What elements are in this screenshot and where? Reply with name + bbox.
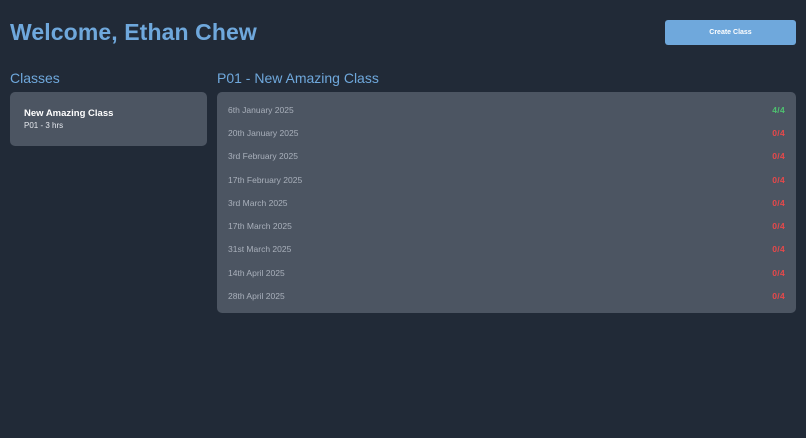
session-attendance: 0/4 [772, 291, 785, 302]
session-date: 31st March 2025 [228, 244, 292, 255]
session-attendance: 4/4 [772, 104, 785, 115]
create-class-button[interactable]: Create Class [665, 20, 796, 45]
sessions-list: 6th January 2025 4/4 20th January 2025 0… [217, 92, 796, 313]
session-date: 17th February 2025 [228, 174, 303, 185]
session-row[interactable]: 3rd February 2025 0/4 [217, 145, 796, 168]
session-attendance: 0/4 [772, 267, 785, 278]
session-date: 3rd March 2025 [228, 197, 288, 208]
session-attendance: 0/4 [772, 151, 785, 162]
session-date: 3rd February 2025 [228, 151, 298, 162]
session-row[interactable]: 3rd March 2025 0/4 [217, 191, 796, 214]
session-row[interactable]: 28th April 2025 0/4 [217, 284, 796, 307]
session-row[interactable]: 6th January 2025 4/4 [217, 98, 796, 121]
session-date: 20th January 2025 [228, 127, 299, 138]
session-date: 6th January 2025 [228, 104, 294, 115]
session-date: 17th March 2025 [228, 221, 292, 232]
session-row[interactable]: 14th April 2025 0/4 [217, 261, 796, 284]
session-attendance: 0/4 [772, 221, 785, 232]
session-date: 28th April 2025 [228, 291, 285, 302]
session-row[interactable]: 20th January 2025 0/4 [217, 121, 796, 144]
session-date: 14th April 2025 [228, 267, 285, 278]
classes-section-title: Classes [10, 70, 60, 86]
class-card-new-amazing-class[interactable]: New Amazing Class P01 - 3 hrs [10, 92, 207, 146]
session-row[interactable]: 17th February 2025 0/4 [217, 168, 796, 191]
session-attendance: 0/4 [772, 174, 785, 185]
session-attendance: 0/4 [772, 244, 785, 255]
session-row[interactable]: 17th March 2025 0/4 [217, 214, 796, 237]
class-card-name: New Amazing Class [24, 108, 114, 119]
session-attendance: 0/4 [772, 197, 785, 208]
session-row[interactable]: 31st March 2025 0/4 [217, 238, 796, 261]
app-root: Welcome, Ethan Chew Create Class Classes… [0, 0, 806, 438]
session-attendance: 0/4 [772, 127, 785, 138]
class-card-meta: P01 - 3 hrs [24, 121, 64, 130]
page-title: Welcome, Ethan Chew [10, 19, 257, 45]
class-detail-title: P01 - New Amazing Class [217, 70, 379, 86]
